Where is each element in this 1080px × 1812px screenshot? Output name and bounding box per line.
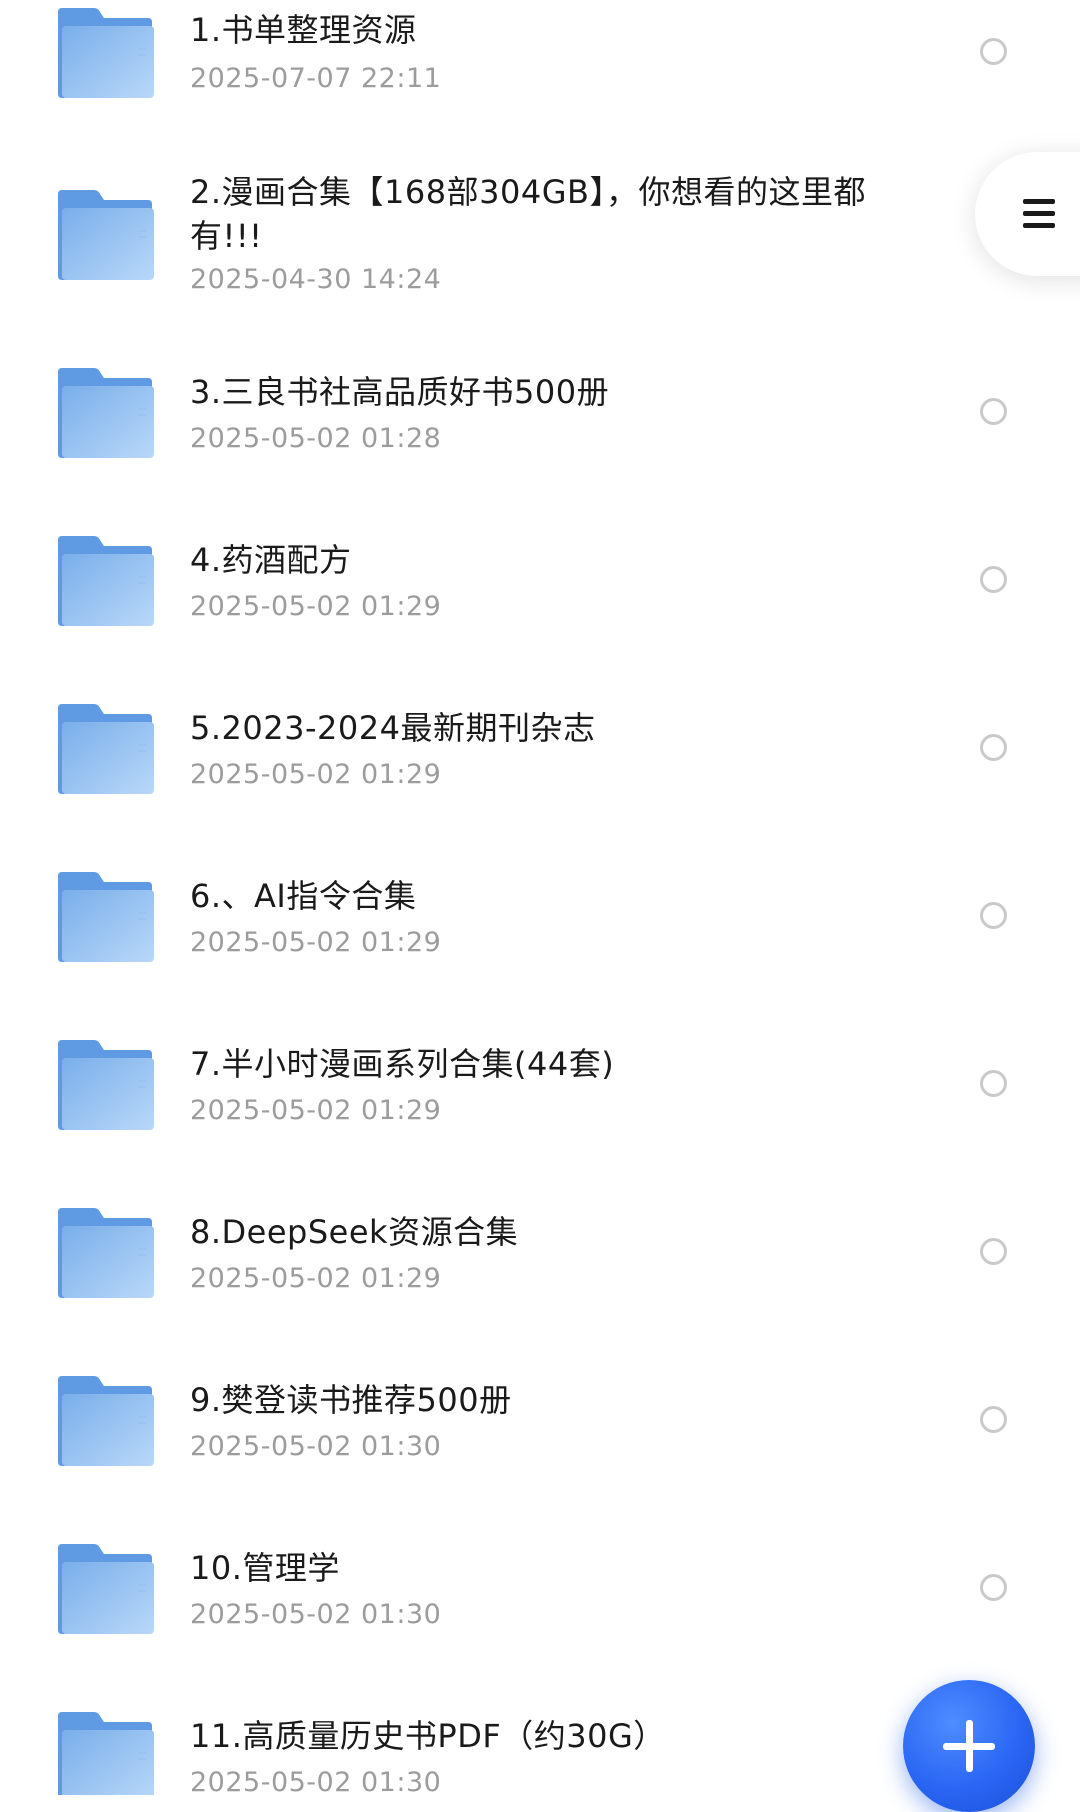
file-date: 2025-05-02 01:30 — [190, 1767, 442, 1795]
folder-icon — [56, 1712, 154, 1795]
folder-icon — [56, 1040, 154, 1130]
file-name: 8.DeepSeek资源合集 — [190, 1213, 519, 1251]
select-radio[interactable] — [980, 734, 1007, 761]
file-date: 2025-05-02 01:29 — [190, 1263, 442, 1294]
file-name: 11.高质量历史书PDF（约30G） — [190, 1717, 666, 1755]
list-item[interactable]: 6.、AI指令合集 2025-05-02 01:29 — [0, 864, 1080, 1014]
folder-icon — [56, 1208, 154, 1298]
file-date: 2025-07-07 22:11 — [190, 63, 442, 94]
list-item[interactable]: 3.三良书社高品质好书500册 2025-05-02 01:28 — [0, 360, 1080, 510]
file-date: 2025-05-02 01:29 — [190, 927, 442, 958]
file-name: 1.书单整理资源 — [190, 11, 417, 49]
folder-icon — [56, 368, 154, 458]
select-radio[interactable] — [980, 398, 1007, 425]
list-item[interactable]: 9.樊登读书推荐500册 2025-05-02 01:30 — [0, 1368, 1080, 1518]
file-name: 4.药酒配方 — [190, 541, 352, 579]
file-date: 2025-05-02 01:29 — [190, 759, 442, 790]
file-date: 2025-04-30 14:24 — [190, 264, 442, 295]
select-radio[interactable] — [980, 566, 1007, 593]
list-item[interactable]: 4.药酒配方 2025-05-02 01:29 — [0, 528, 1080, 678]
file-date: 2025-05-02 01:29 — [190, 591, 442, 622]
select-radio[interactable] — [980, 902, 1007, 929]
file-date: 2025-05-02 01:29 — [190, 1095, 442, 1126]
folder-icon — [56, 8, 154, 98]
add-button[interactable] — [903, 1680, 1035, 1812]
folder-icon — [56, 704, 154, 794]
select-radio[interactable] — [980, 1070, 1007, 1097]
list-item[interactable]: 2.漫画合集【168部304GB】，你想看的这里都有!!! 2025-04-30… — [0, 160, 1080, 320]
select-radio[interactable] — [980, 1238, 1007, 1265]
folder-icon — [56, 872, 154, 962]
file-name: 5.2023-2024最新期刊杂志 — [190, 709, 596, 747]
select-radio[interactable] — [980, 1406, 1007, 1433]
folder-icon — [56, 536, 154, 626]
select-radio[interactable] — [980, 38, 1007, 65]
file-date: 2025-05-02 01:30 — [190, 1599, 442, 1630]
list-item[interactable]: 7.半小时漫画系列合集(44套) 2025-05-02 01:29 — [0, 1032, 1080, 1182]
list-item[interactable]: 5.2023-2024最新期刊杂志 2025-05-02 01:29 — [0, 696, 1080, 846]
file-name: 3.三良书社高品质好书500册 — [190, 373, 610, 411]
select-radio[interactable] — [980, 1574, 1007, 1601]
file-date: 2025-05-02 01:30 — [190, 1431, 442, 1462]
file-name: 7.半小时漫画系列合集(44套) — [190, 1045, 615, 1083]
file-name: 10.管理学 — [190, 1549, 340, 1587]
file-name: 2.漫画合集【168部304GB】，你想看的这里都有!!! — [190, 173, 866, 255]
list-item[interactable]: 1.书单整理资源 2025-07-07 22:11 — [0, 0, 1080, 150]
file-date: 2025-05-02 01:28 — [190, 423, 442, 454]
file-name: 6.、AI指令合集 — [190, 877, 417, 915]
list-item[interactable]: 8.DeepSeek资源合集 2025-05-02 01:29 — [0, 1200, 1080, 1350]
folder-icon — [56, 1376, 154, 1466]
file-name: 9.樊登读书推荐500册 — [190, 1381, 512, 1419]
folder-icon — [56, 1544, 154, 1634]
file-list: 1.书单整理资源 2025-07-07 22:11 2.漫画合集【168部304… — [0, 0, 1080, 1795]
list-item[interactable]: 10.管理学 2025-05-02 01:30 — [0, 1536, 1080, 1686]
folder-icon — [56, 190, 154, 280]
